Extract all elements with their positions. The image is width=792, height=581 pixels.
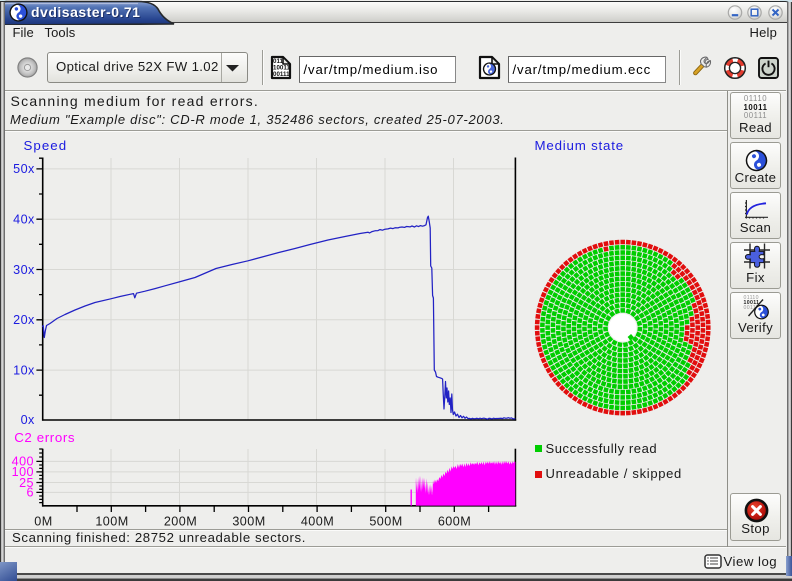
- svg-text:200M: 200M: [164, 515, 197, 529]
- svg-text:300M: 300M: [232, 515, 265, 529]
- svg-text:50x: 50x: [13, 162, 35, 176]
- svg-text:0M: 0M: [34, 515, 52, 529]
- svg-text:0x: 0x: [21, 413, 35, 427]
- svg-text:600M: 600M: [438, 515, 471, 529]
- svg-text:10x: 10x: [13, 363, 35, 377]
- svg-text:20x: 20x: [13, 313, 35, 327]
- svg-text:100M: 100M: [95, 515, 128, 529]
- svg-text:500M: 500M: [369, 515, 402, 529]
- svg-text:6: 6: [27, 486, 34, 500]
- svg-text:40x: 40x: [13, 213, 35, 227]
- svg-text:30x: 30x: [13, 263, 35, 277]
- svg-text:400M: 400M: [301, 515, 334, 529]
